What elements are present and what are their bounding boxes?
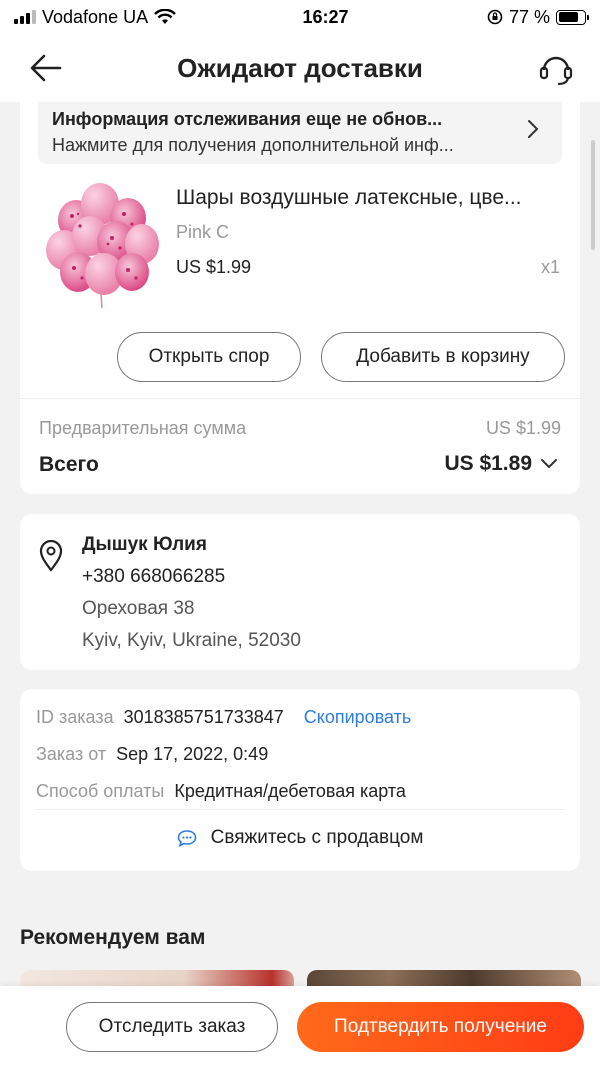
orientation-lock-icon xyxy=(487,9,503,25)
recipient-phone: +380 668066285 xyxy=(82,566,226,587)
order-date-label: Заказ от xyxy=(36,744,107,764)
recommend-title: Рекомендуем вам xyxy=(20,926,206,949)
cellular-signal-icon xyxy=(14,10,36,24)
chevron-right-icon xyxy=(528,120,539,138)
battery-icon xyxy=(556,9,589,25)
balloons-image xyxy=(46,183,159,309)
divider xyxy=(36,809,564,810)
chat-bubble-icon xyxy=(177,830,196,847)
bottom-action-bar: Отследить заказ Подтвердить получение xyxy=(0,986,600,1066)
tracking-banner[interactable]: Информация отслеживания еще не обнов... … xyxy=(38,102,562,164)
tracking-title: Информация отслеживания еще не обнов... xyxy=(52,109,443,129)
address-city: Kyiv, Kyiv, Ukraine, 52030 xyxy=(82,630,301,651)
header: Ожидают доставки xyxy=(0,34,600,102)
order-date-value: Sep 17, 2022, 0:49 xyxy=(116,744,269,764)
subtotal-value: US $1.99 xyxy=(485,418,561,438)
headset-icon xyxy=(539,56,573,86)
support-button[interactable] xyxy=(536,48,576,88)
subtotal-label: Предварительная сумма xyxy=(39,418,247,438)
product-quantity: x1 xyxy=(540,257,560,277)
battery-level xyxy=(558,12,578,22)
battery-percent: 77 % xyxy=(508,6,550,27)
total-value[interactable]: US $1.89 xyxy=(444,452,532,476)
carrier-name: Vodafone UA xyxy=(42,6,149,27)
open-dispute-button[interactable]: Открыть спор xyxy=(117,332,301,382)
order-id-row: ID заказа 3018385751733847 Скопировать xyxy=(36,707,411,728)
status-right: 77 % xyxy=(487,6,589,28)
confirm-receipt-button[interactable]: Подтвердить получение xyxy=(297,1002,584,1052)
order-info-card: ID заказа 3018385751733847 Скопировать З… xyxy=(20,689,580,871)
product-image[interactable] xyxy=(38,180,162,312)
payment-method-label: Способ оплаты xyxy=(36,781,165,801)
copy-link[interactable]: Скопировать xyxy=(304,707,412,728)
payment-method-value: Кредитная/дебетовая карта xyxy=(174,781,406,801)
tracking-subtitle: Нажмите для получения дополнительной инф… xyxy=(52,135,454,155)
total-label: Всего xyxy=(39,453,99,476)
product-title[interactable]: Шары воздушные латексные, цве... xyxy=(176,186,566,210)
back-button[interactable] xyxy=(26,50,66,86)
product-price: US $1.99 xyxy=(176,257,252,277)
contact-seller-label: Свяжитесь с продавцом xyxy=(210,827,424,848)
order-id-value: 3018385751733847 xyxy=(123,707,284,727)
location-pin-icon xyxy=(39,540,63,572)
order-card: Информация отслеживания еще не обнов... … xyxy=(20,102,580,494)
divider xyxy=(20,398,580,399)
product-variant: Pink C xyxy=(176,222,230,242)
scrollbar[interactable] xyxy=(591,140,595,250)
contact-seller-button[interactable]: Свяжитесь с продавцом xyxy=(20,827,580,849)
order-id-label: ID заказа xyxy=(36,707,114,727)
payment-method-row: Способ оплаты Кредитная/дебетовая карта xyxy=(36,781,406,802)
add-to-cart-button[interactable]: Добавить в корзину xyxy=(321,332,565,382)
track-order-button[interactable]: Отследить заказ xyxy=(66,1002,278,1052)
chevron-down-icon[interactable] xyxy=(540,458,558,470)
status-left: Vodafone UA xyxy=(14,7,244,28)
address-street: Ореховая 38 xyxy=(82,598,195,619)
arrow-left-icon xyxy=(30,54,62,82)
status-time: 16:27 xyxy=(302,6,349,27)
address-card: Дышук Юлия +380 668066285 Ореховая 38 Ky… xyxy=(20,514,580,670)
wifi-icon xyxy=(154,9,176,24)
order-date-row: Заказ от Sep 17, 2022, 0:49 xyxy=(36,744,268,765)
status-bar: Vodafone UA 16:27 77 % xyxy=(0,0,600,34)
page-title: Ожидают доставки xyxy=(177,52,423,83)
recipient-name: Дышук Юлия xyxy=(82,534,207,555)
